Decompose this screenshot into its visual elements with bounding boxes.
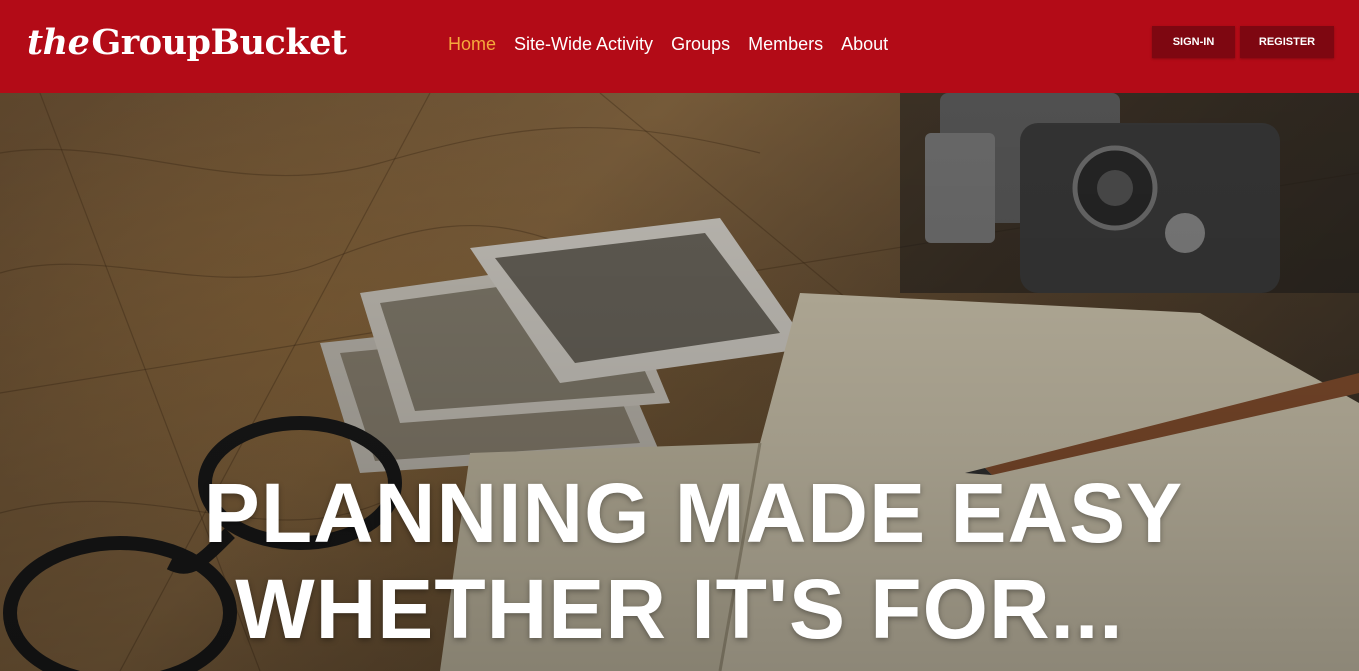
logo-prefix: the — [27, 22, 90, 63]
nav-item-members[interactable]: Members — [748, 33, 823, 55]
nav-item-groups[interactable]: Groups — [671, 33, 730, 55]
hero-headline: PLANNING MADE EASY WHETHER IT'S FOR... — [0, 465, 1359, 657]
hero-banner: PLANNING MADE EASY WHETHER IT'S FOR... — [0, 93, 1359, 671]
sign-in-button[interactable]: SIGN-IN — [1152, 26, 1235, 58]
hero-headline-line-1: PLANNING MADE EASY — [203, 466, 1184, 560]
site-logo[interactable]: theGroupBucket — [27, 20, 347, 66]
nav-item-about[interactable]: About — [841, 33, 888, 55]
register-button[interactable]: REGISTER — [1240, 26, 1334, 58]
site-header: theGroupBucket Home Site-Wide Activity G… — [0, 0, 1359, 93]
hero-headline-line-2: WHETHER IT'S FOR... — [235, 562, 1124, 656]
nav-item-home[interactable]: Home — [448, 33, 496, 55]
auth-buttons: SIGN-IN REGISTER — [1152, 26, 1334, 58]
nav-item-site-wide-activity[interactable]: Site-Wide Activity — [514, 33, 653, 55]
page: theGroupBucket Home Site-Wide Activity G… — [0, 0, 1359, 671]
main-nav: Home Site-Wide Activity Groups Members A… — [448, 33, 888, 55]
logo-main: GroupBucket — [91, 22, 347, 63]
